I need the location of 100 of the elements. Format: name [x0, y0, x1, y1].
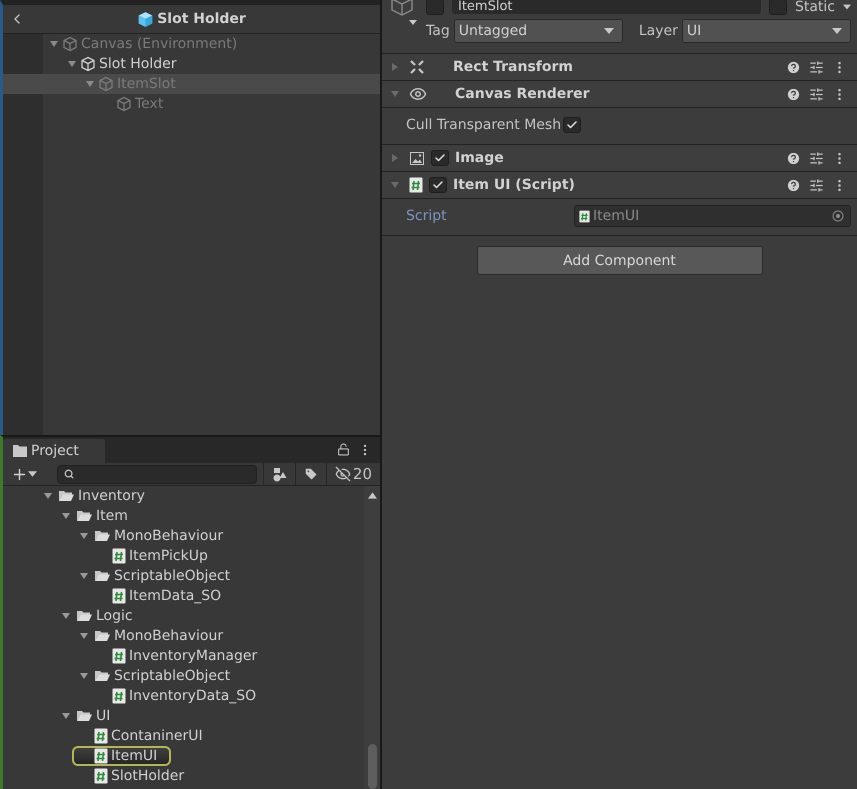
- presets-icon[interactable]: [809, 150, 824, 166]
- caret-icon[interactable]: [79, 671, 89, 681]
- caret-icon: [28, 471, 37, 477]
- folder-item[interactable]: MonoBehaviour: [114, 628, 224, 644]
- help-icon[interactable]: [786, 86, 801, 102]
- component-title: Canvas Renderer: [455, 86, 591, 102]
- caret-icon[interactable]: [79, 571, 89, 581]
- script-icon: [94, 748, 108, 764]
- caret-icon[interactable]: [843, 4, 851, 10]
- component-title: Rect Transform: [453, 59, 574, 75]
- script-icon: [112, 548, 126, 564]
- eye-icon: [409, 85, 427, 103]
- static-checkbox[interactable]: [768, 0, 787, 15]
- caret-icon[interactable]: [67, 59, 77, 69]
- name-field[interactable]: ItemSlot: [452, 0, 761, 14]
- cube-icon: [116, 96, 132, 112]
- script-item[interactable]: ItemPickUp: [129, 548, 208, 564]
- presets-icon[interactable]: [809, 86, 824, 102]
- folder-item[interactable]: Inventory: [78, 488, 145, 504]
- tag-dropdown[interactable]: Untagged: [454, 19, 623, 43]
- caret-icon[interactable]: [43, 491, 53, 501]
- hierarchy-item[interactable]: Slot Holder: [99, 56, 177, 72]
- lock-icon[interactable]: [337, 443, 350, 456]
- check-icon: [566, 119, 578, 131]
- caret-icon: [832, 28, 842, 34]
- rect-transform-icon: [409, 59, 425, 75]
- enable-checkbox[interactable]: [431, 150, 449, 166]
- search-icon: [64, 469, 74, 479]
- enable-checkbox[interactable]: [429, 177, 447, 193]
- folder-item[interactable]: UI: [96, 708, 110, 724]
- folder-item[interactable]: Logic: [96, 608, 133, 624]
- object-field[interactable]: ItemUI: [574, 205, 851, 227]
- folder-icon: [94, 569, 111, 583]
- eye-off-icon: [334, 466, 351, 482]
- target-icon[interactable]: [832, 210, 844, 222]
- help-icon[interactable]: [786, 150, 801, 166]
- cube-icon: [62, 36, 78, 52]
- check-icon: [432, 179, 444, 191]
- caret-icon[interactable]: [49, 39, 59, 49]
- folder-item[interactable]: MonoBehaviour: [114, 528, 224, 544]
- scrollbar-thumb[interactable]: [368, 744, 376, 789]
- script-item[interactable]: SlotHolder: [111, 768, 184, 784]
- cube-icon: [80, 56, 96, 72]
- caret-icon: [604, 28, 614, 34]
- shapes-icon: [272, 466, 287, 482]
- folder-icon: [13, 445, 27, 457]
- help-icon[interactable]: [786, 60, 801, 74]
- folder-item[interactable]: ScriptableObject: [114, 668, 230, 684]
- script-icon: [112, 588, 126, 604]
- property-label: Cull Transparent Mesh: [406, 117, 562, 133]
- caret-icon[interactable]: [61, 611, 71, 621]
- script-item[interactable]: ContaninerUI: [111, 728, 203, 744]
- scroll-up-icon[interactable]: [368, 492, 376, 499]
- folder-icon: [76, 609, 93, 623]
- script-item[interactable]: ItemData_SO: [129, 588, 222, 604]
- prefab-title: Slot Holder: [157, 11, 246, 27]
- caret-icon[interactable]: [61, 711, 71, 721]
- property-label: Script: [406, 208, 448, 224]
- script-item[interactable]: ItemUI: [111, 748, 158, 764]
- caret-icon[interactable]: [79, 631, 89, 641]
- folder-icon: [76, 709, 93, 723]
- script-icon: [112, 648, 126, 664]
- selected-asset-item[interactable]: ItemUI: [72, 746, 172, 766]
- layer-label: Layer: [638, 23, 678, 39]
- component-title: Image: [455, 150, 505, 166]
- script-icon: [94, 768, 108, 784]
- folder-icon: [58, 489, 75, 503]
- folder-icon: [94, 529, 111, 543]
- folder-item[interactable]: Item: [96, 508, 128, 524]
- script-icon: [409, 177, 423, 193]
- hidden-packages-button[interactable]: 20: [326, 463, 380, 485]
- add-component-button[interactable]: Add Component: [476, 246, 762, 275]
- tag-label: Tag: [426, 23, 450, 39]
- check-icon: [434, 152, 446, 164]
- help-icon[interactable]: [786, 178, 801, 192]
- cube-icon: [98, 76, 114, 92]
- folder-icon: [76, 509, 93, 523]
- presets-icon[interactable]: [809, 178, 824, 192]
- script-icon: [112, 688, 126, 704]
- cube-icon: [137, 10, 154, 28]
- presets-icon[interactable]: [809, 60, 824, 74]
- script-icon: [579, 210, 590, 222]
- script-icon: [94, 728, 108, 744]
- script-item[interactable]: InventoryData_SO: [129, 688, 256, 704]
- caret-icon[interactable]: [61, 511, 71, 521]
- active-checkbox[interactable]: [426, 0, 444, 15]
- folder-icon: [94, 669, 111, 683]
- search-field[interactable]: [57, 464, 257, 484]
- static-label: Static: [794, 0, 835, 15]
- scrollbar[interactable]: [364, 486, 380, 789]
- script-item[interactable]: InventoryManager: [129, 648, 258, 664]
- layer-dropdown[interactable]: UI: [682, 19, 851, 43]
- folder-item[interactable]: ScriptableObject: [114, 568, 230, 584]
- caret-icon[interactable]: [79, 531, 89, 541]
- project-tab[interactable]: Project: [3, 439, 105, 463]
- image-icon: [409, 150, 425, 166]
- tag-icon: [304, 467, 318, 481]
- property-checkbox[interactable]: [563, 117, 582, 133]
- component-title: Item UI (Script): [453, 177, 576, 193]
- folder-icon: [94, 629, 111, 643]
